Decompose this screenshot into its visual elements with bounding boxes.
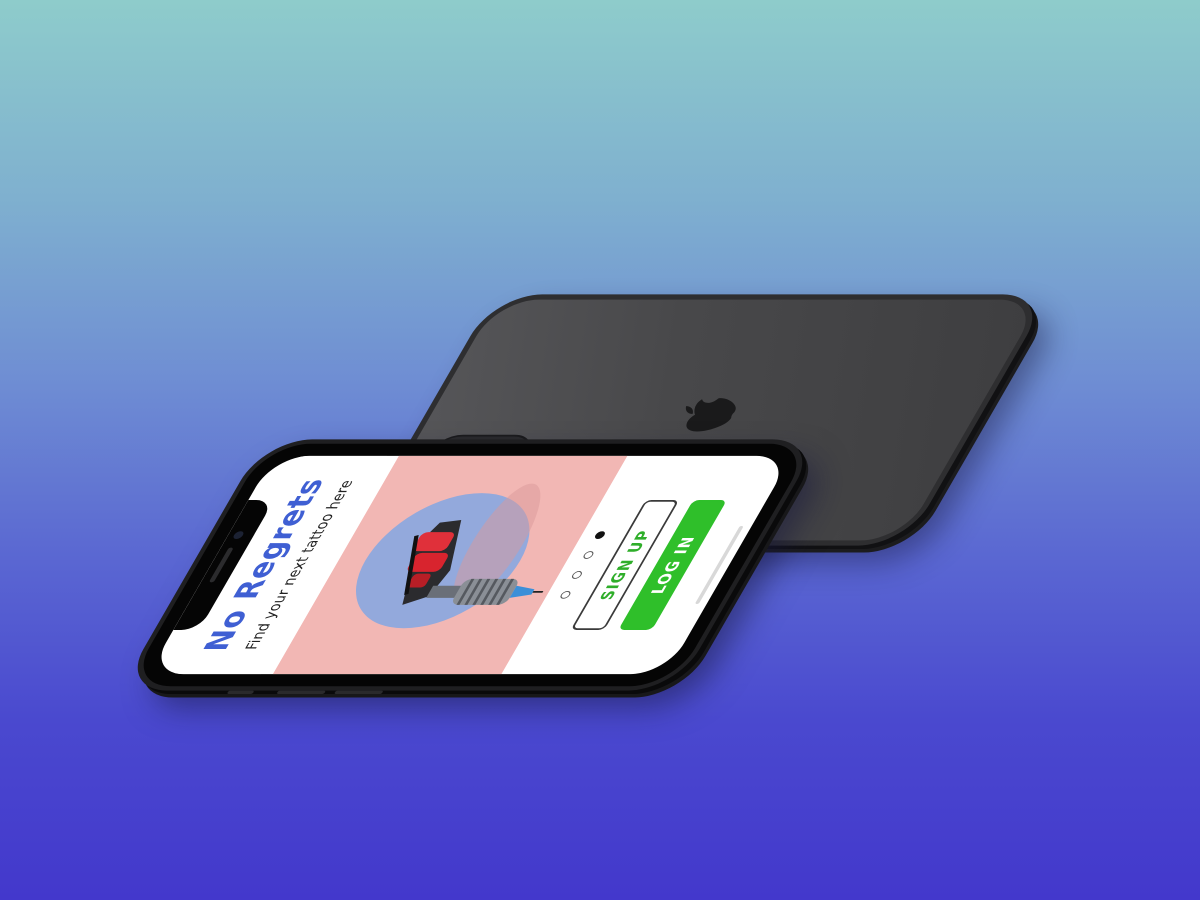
bezel: No Regrets Find your next tattoo here SI…: [126, 443, 814, 687]
front-camera-icon: [231, 531, 246, 540]
page-dot[interactable]: [570, 571, 584, 579]
front-phone: No Regrets Find your next tattoo here SI…: [119, 439, 821, 695]
volume-down-button: [333, 690, 384, 695]
page-dot[interactable]: [581, 551, 596, 559]
page-dot[interactable]: [558, 590, 573, 599]
app-screen: No Regrets Find your next tattoo here SI…: [147, 455, 793, 675]
page-dot-active[interactable]: [593, 531, 607, 540]
volume-up-button: [276, 690, 327, 695]
apple-logo-icon: [685, 398, 736, 432]
mute-switch: [226, 690, 255, 695]
